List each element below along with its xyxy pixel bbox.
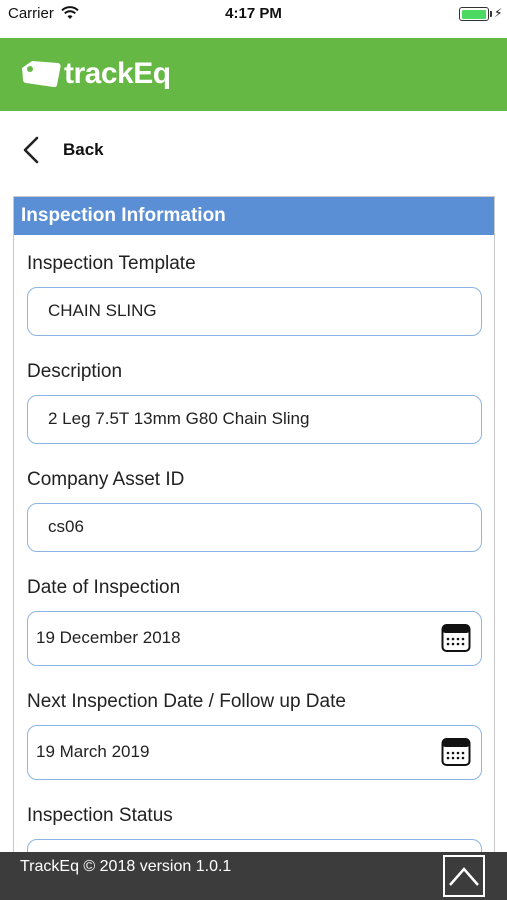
next-date-label: Next Inspection Date / Follow up Date <box>27 691 346 712</box>
back-button[interactable]: Back <box>0 128 507 172</box>
inspection-date-label: Date of Inspection <box>27 577 181 598</box>
description-label: Description <box>27 361 123 382</box>
inspection-template-value: CHAIN SLING <box>48 301 157 320</box>
scroll-to-top-button[interactable] <box>443 855 485 897</box>
back-label: Back <box>63 140 104 159</box>
clock: 4:17 PM <box>225 5 282 22</box>
charging-icon: ⚡ <box>494 6 503 20</box>
calendar-icon[interactable] <box>441 737 471 772</box>
footer: TrackEq © 2018 version 1.0.1 <box>0 852 507 900</box>
asset-id-field[interactable]: cs06 <box>27 503 482 552</box>
inspection-template-label: Inspection Template <box>27 253 196 274</box>
next-date-value: 19 March 2019 <box>36 742 150 761</box>
app-logo: trackEq <box>20 56 171 92</box>
chevron-up-icon <box>449 867 479 886</box>
inspection-date-value: 19 December 2018 <box>36 628 181 647</box>
battery-tip <box>490 11 492 17</box>
footer-text: TrackEq © 2018 version 1.0.1 <box>20 858 232 875</box>
asset-id-label: Company Asset ID <box>27 469 185 490</box>
battery-icon <box>459 7 489 21</box>
description-value: 2 Leg 7.5T 13mm G80 Chain Sling <box>48 409 310 428</box>
section-title: Inspection Information <box>21 205 226 226</box>
inspection-info-card: Inspection Information Inspection Templa… <box>13 196 495 900</box>
calendar-icon[interactable] <box>441 623 471 658</box>
battery-level <box>461 9 486 19</box>
asset-id-value: cs06 <box>48 517 84 536</box>
inspection-status-label: Inspection Status <box>27 805 173 826</box>
tag-icon <box>22 61 61 88</box>
app-name: trackEq <box>64 57 171 90</box>
inspection-date-field[interactable]: 19 December 2018 <box>27 611 482 666</box>
next-date-field[interactable]: 19 March 2019 <box>27 725 482 780</box>
inspection-template-field[interactable]: CHAIN SLING <box>27 287 482 336</box>
chevron-left-icon <box>22 136 40 169</box>
status-bar: Carrier 4:17 PM ⚡ <box>0 0 507 38</box>
section-header: Inspection Information <box>14 197 494 235</box>
app-header: trackEq <box>0 38 507 111</box>
description-field[interactable]: 2 Leg 7.5T 13mm G80 Chain Sling <box>27 395 482 444</box>
